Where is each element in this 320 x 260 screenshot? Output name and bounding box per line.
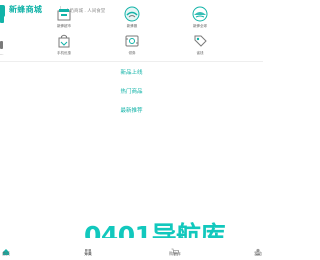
cart-icon [171, 241, 179, 256]
partial-icon-left[interactable] [0, 10, 5, 24]
tab-label: 分类 [84, 251, 92, 256]
category-icon [84, 241, 92, 255]
shopping-bag-icon [56, 33, 72, 49]
category-row-1: 新蜂超市 新蜂服 新蜂全球 [0, 6, 263, 36]
category-savings[interactable]: 省钱 [180, 33, 220, 61]
coupon-icon [124, 33, 140, 49]
clothing-icon [124, 6, 140, 22]
category-global[interactable]: 新蜂全球 [180, 6, 220, 34]
home-icon [2, 241, 10, 255]
globe-icon [192, 6, 208, 22]
partial-label-left: … [0, 52, 4, 56]
hot-products-link[interactable]: 热门商品 [0, 87, 263, 95]
category-label: 新蜂服 [126, 24, 138, 28]
tab-label: 购物车 [169, 251, 181, 256]
section-divider [0, 61, 263, 62]
category-phone-deals[interactable]: 手机优惠 [44, 33, 84, 61]
tab-home[interactable]: 首页 [0, 238, 21, 258]
price-tag-icon [192, 33, 208, 49]
recommended-link[interactable]: 最新推荐 [0, 106, 263, 114]
category-label: 领券 [128, 51, 136, 55]
tab-label: 首页 [2, 251, 10, 256]
category-row-2: … 手机优惠 领券 省钱 [0, 33, 263, 63]
partial-icon-left-2[interactable] [0, 37, 5, 51]
new-products-link[interactable]: 新品上线 [0, 68, 263, 76]
category-label: 新蜂全球 [193, 24, 207, 28]
category-clothing[interactable]: 新蜂服 [112, 6, 152, 34]
tab-category[interactable]: 分类 [73, 238, 103, 258]
tab-cart[interactable]: 购物车 [160, 238, 190, 258]
category-supermarket[interactable]: 新蜂超市 [44, 6, 84, 34]
user-icon [254, 241, 262, 256]
tab-label: 我的 [254, 251, 262, 256]
bottom-tab-bar: 首页 分类 购物车 我的 [0, 238, 263, 258]
supermarket-icon [56, 6, 72, 22]
category-label: 新蜂超市 [57, 24, 71, 28]
category-coupons[interactable]: 领券 [112, 33, 152, 61]
category-label: 省钱 [196, 51, 204, 55]
category-label: 手机优惠 [57, 51, 71, 55]
tab-mine[interactable]: 我的 [243, 238, 273, 258]
